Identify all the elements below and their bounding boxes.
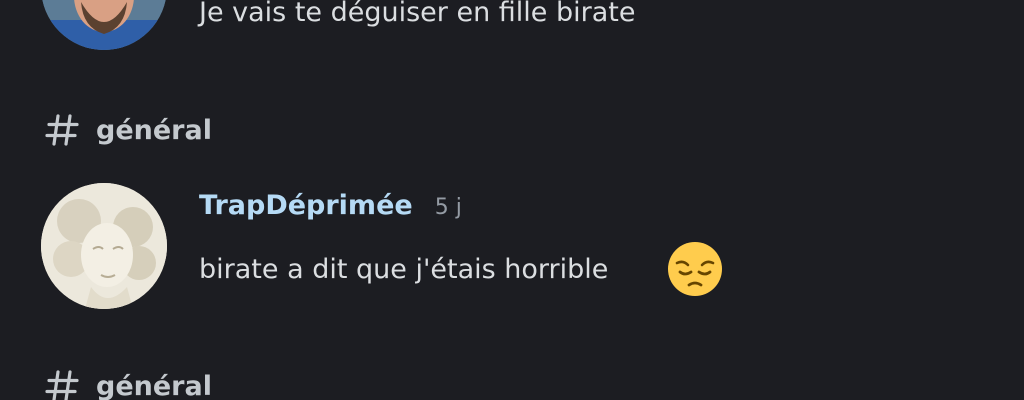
message-text: Je vais te déguiser en fille birate: [199, 0, 636, 28]
username[interactable]: TrapDéprimée: [199, 192, 413, 219]
marble-statue-face-avatar-icon: [41, 183, 167, 309]
channel-link[interactable]: général: [44, 366, 212, 400]
channel-link[interactable]: général: [44, 110, 212, 150]
pensive-face-icon[interactable]: [667, 241, 723, 297]
man-portrait-avatar-icon: [41, 0, 167, 50]
channel-name: général: [96, 114, 212, 146]
hash-icon: [45, 114, 79, 146]
avatar[interactable]: [41, 0, 167, 50]
message-header: TrapDéprimée 5 j: [199, 192, 462, 219]
timestamp[interactable]: 5 j: [435, 197, 462, 219]
message-text: birate a dit que j'étais horrible: [199, 254, 609, 285]
channel-name: général: [96, 370, 212, 400]
avatar[interactable]: [41, 183, 167, 309]
hash-icon: [45, 370, 79, 400]
chat-view: Je vais te déguiser en fille birate géné…: [0, 0, 1024, 400]
